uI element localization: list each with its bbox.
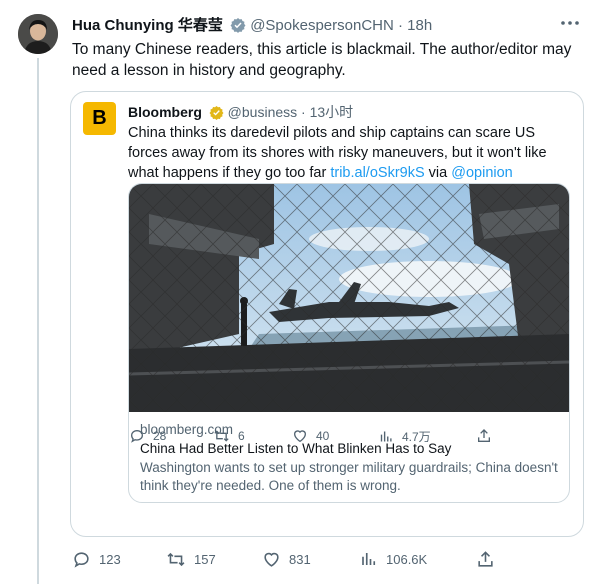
bloomberg-avatar[interactable]: B bbox=[83, 102, 116, 135]
quoted-reply-count: 28 bbox=[153, 429, 167, 443]
quoted-author-name[interactable]: Bloomberg bbox=[128, 104, 202, 120]
views-button[interactable]: 106.6K bbox=[360, 550, 427, 568]
views-chart-icon bbox=[380, 431, 392, 442]
verified-gold-icon bbox=[209, 105, 224, 120]
reply-icon bbox=[130, 429, 144, 443]
retweet-count: 157 bbox=[194, 552, 216, 567]
author-handle[interactable]: @SpokespersonCHN bbox=[250, 17, 394, 34]
quoted-share-button[interactable] bbox=[476, 428, 492, 444]
like-button[interactable]: 831 bbox=[262, 550, 311, 569]
quoted-like-button[interactable]: 40 bbox=[292, 428, 329, 444]
author-avatar[interactable] bbox=[18, 14, 58, 54]
quoted-like-count: 40 bbox=[316, 429, 330, 443]
quoted-time-separator: · bbox=[301, 104, 306, 120]
reply-icon bbox=[74, 552, 89, 568]
card-image-carrier-deck[interactable] bbox=[129, 184, 569, 412]
thread-line bbox=[37, 58, 39, 584]
reply-count: 123 bbox=[99, 552, 121, 567]
tweet-text: To many Chinese readers, this article is… bbox=[72, 41, 572, 79]
quoted-retweet-button[interactable]: 6 bbox=[213, 428, 245, 444]
more-options-icon[interactable] bbox=[559, 14, 581, 32]
quoted-mention[interactable]: @opinion bbox=[451, 165, 512, 181]
author-name-cn[interactable]: 华春莹 bbox=[178, 17, 223, 34]
views-chart-icon bbox=[362, 553, 376, 565]
share-icon bbox=[478, 429, 490, 442]
bloomberg-avatar-letter: B bbox=[92, 107, 107, 129]
views-count: 106.6K bbox=[386, 551, 428, 567]
like-count: 831 bbox=[289, 552, 311, 567]
link-card[interactable]: bloomberg.com China Had Better Listen to… bbox=[128, 183, 570, 503]
quoted-retweet-count: 6 bbox=[238, 429, 245, 443]
quoted-header: Bloomberg @business · 13小时 bbox=[128, 102, 353, 122]
quoted-views-button[interactable]: 4.7万 bbox=[379, 428, 431, 445]
tweet-time[interactable]: 18h bbox=[407, 17, 432, 34]
quoted-time[interactable]: 13小时 bbox=[310, 104, 354, 120]
quoted-via: via bbox=[428, 165, 448, 181]
quoted-link[interactable]: trib.al/oSkr9kS bbox=[330, 165, 424, 181]
retweet-icon bbox=[167, 552, 185, 567]
verified-gray-icon bbox=[230, 18, 246, 33]
quoted-reply-button[interactable]: 28 bbox=[129, 428, 166, 444]
time-separator: · bbox=[398, 17, 403, 34]
quoted-views-count: 4.7万 bbox=[402, 430, 431, 444]
retweet-icon bbox=[214, 430, 229, 442]
share-button[interactable] bbox=[476, 550, 495, 569]
retweet-button[interactable]: 157 bbox=[166, 550, 216, 569]
quoted-tweet[interactable]: B Bloomberg @business · 13小时 China think… bbox=[70, 91, 584, 537]
heart-icon bbox=[264, 552, 279, 567]
author-name[interactable]: Hua Chunying bbox=[72, 17, 174, 34]
heart-icon bbox=[293, 430, 307, 443]
share-icon bbox=[478, 551, 493, 567]
card-description: Washington wants to set up stronger mili… bbox=[140, 460, 558, 493]
quoted-text: China thinks its daredevil pilots and sh… bbox=[128, 123, 568, 183]
tweet-header: Hua Chunying 华春莹 @SpokespersonCHN · 18h bbox=[72, 14, 581, 36]
tweet[interactable]: Hua Chunying 华春莹 @SpokespersonCHN · 18h … bbox=[0, 0, 599, 584]
reply-button[interactable]: 123 bbox=[72, 550, 121, 569]
quoted-handle[interactable]: @business bbox=[228, 104, 297, 120]
